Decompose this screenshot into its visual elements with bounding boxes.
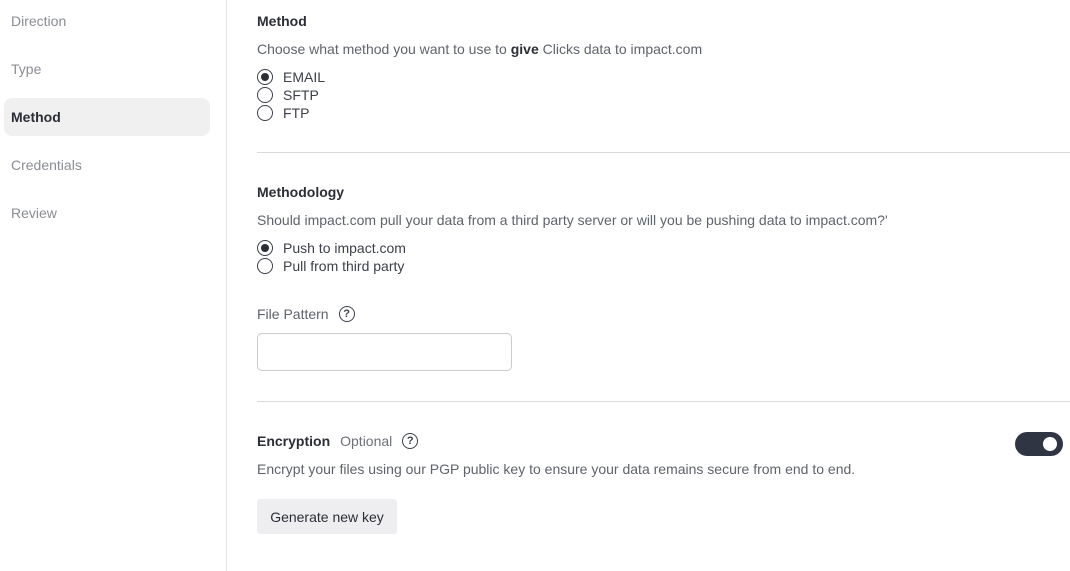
section-divider (257, 152, 1070, 153)
radio-label: FTP (283, 105, 310, 121)
encryption-header: Encryption Optional ? (257, 432, 419, 450)
radio-button[interactable] (257, 69, 273, 85)
radio-label: Pull from third party (283, 258, 405, 274)
main-content: Method Choose what method you want to us… (257, 0, 1070, 571)
sidebar-item-method[interactable]: Method (4, 98, 210, 136)
sidebar-item-credentials[interactable]: Credentials (4, 146, 210, 184)
sidebar-item-type[interactable]: Type (4, 50, 210, 88)
radio-email[interactable]: EMAIL (257, 68, 325, 86)
method-title: Method (257, 13, 307, 29)
encryption-description: Encrypt your files using our PGP public … (257, 461, 856, 477)
sidebar-item-direction[interactable]: Direction (4, 2, 210, 40)
radio-label: Push to impact.com (283, 240, 406, 256)
toggle-knob (1043, 437, 1057, 451)
section-divider (257, 401, 1070, 402)
sidebar: Direction Type Method Credentials Review (0, 0, 227, 571)
radio-ftp[interactable]: FTP (257, 104, 309, 122)
radio-label: SFTP (283, 87, 319, 103)
file-pattern-input[interactable] (257, 333, 512, 371)
radio-push-to-impact[interactable]: Push to impact.com (257, 239, 406, 257)
radio-button[interactable] (257, 105, 273, 121)
method-description: Choose what method you want to use to gi… (257, 41, 703, 57)
radio-button[interactable] (257, 240, 273, 256)
radio-button[interactable] (257, 87, 273, 103)
methodology-description: Should impact.com pull your data from a … (257, 212, 888, 228)
generate-new-key-button[interactable]: Generate new key (257, 499, 397, 534)
radio-pull-from-third-party[interactable]: Pull from third party (257, 257, 404, 275)
encryption-toggle[interactable] (1015, 432, 1063, 456)
optional-tag: Optional (340, 433, 393, 449)
help-icon[interactable]: ? (402, 433, 419, 449)
radio-label: EMAIL (283, 69, 326, 85)
help-icon[interactable]: ? (338, 306, 355, 322)
file-pattern-label: File Pattern (257, 306, 329, 322)
methodology-title: Methodology (257, 184, 345, 200)
encryption-title: Encryption (257, 433, 331, 449)
radio-button[interactable] (257, 258, 273, 274)
radio-sftp[interactable]: SFTP (257, 86, 319, 104)
sidebar-item-review[interactable]: Review (4, 194, 210, 232)
file-pattern-label-row: File Pattern ? (257, 306, 355, 322)
